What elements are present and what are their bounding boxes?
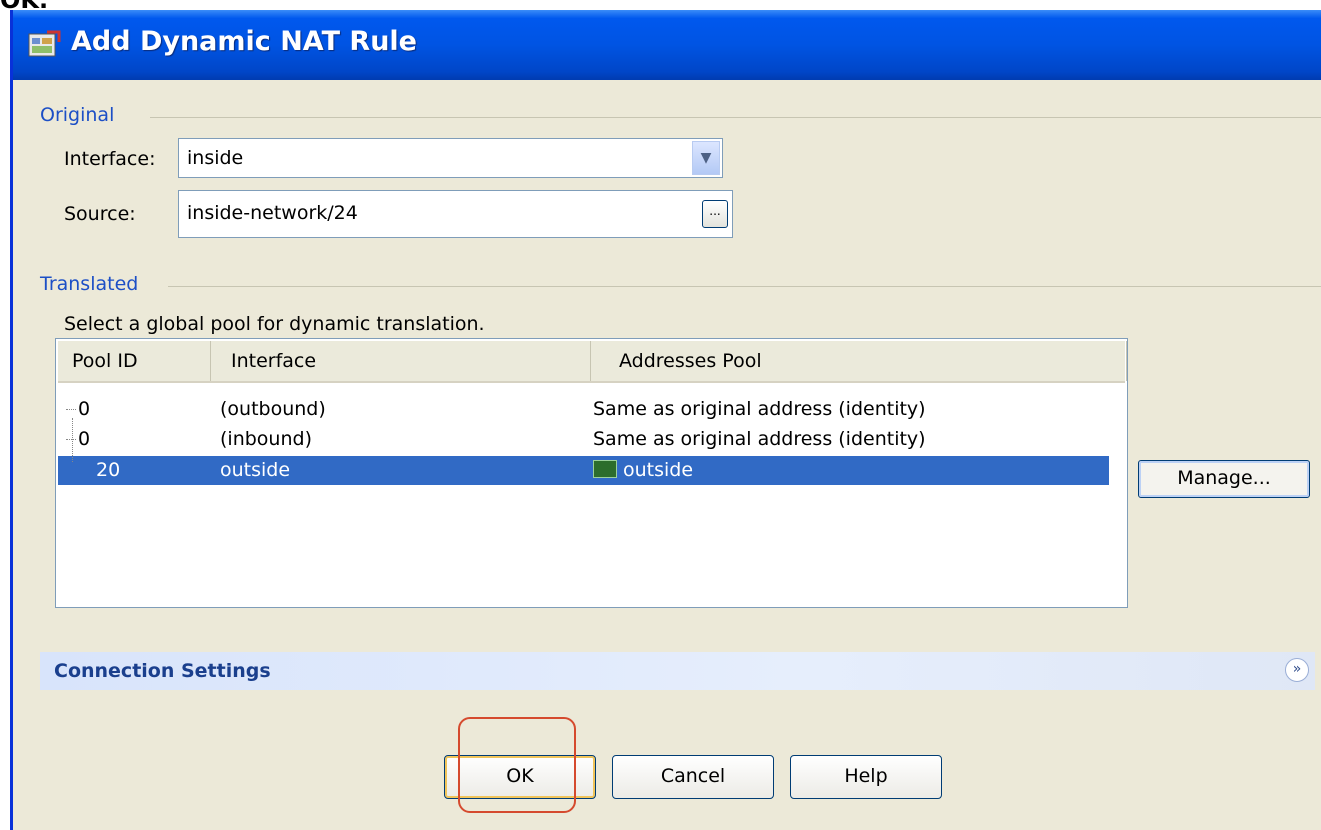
interface-cell: outside [220,459,291,481]
connection-settings-bar[interactable]: Connection Settings » [40,652,1315,690]
table-row[interactable]: 0 (inbound) Same as original address (id… [58,425,1109,454]
interface-select-value: inside [187,147,244,169]
double-chevron-down-icon[interactable]: » [1285,658,1309,682]
global-pool-table[interactable]: Pool ID Interface Addresses Pool 0 (outb… [55,338,1128,608]
original-group-label: Original [40,104,121,126]
pool-id-cell: 0 [78,398,91,420]
interface-cell: (outbound) [220,398,326,420]
nat-rule-icon [28,30,61,57]
table-row[interactable]: 0 (outbound) Same as original address (i… [58,395,1109,424]
browse-source-button[interactable]: ... [702,200,728,228]
interface-cell: (inbound) [220,428,312,450]
addresses-pool-cell: Same as original address (identity) [593,398,926,420]
manage-button[interactable]: Manage... [1138,460,1310,498]
table-row-selected[interactable]: 20 outside outside [58,456,1109,485]
source-field[interactable]: inside-network/24 ... [178,190,733,238]
interface-label: Interface: [64,148,156,170]
addresses-pool-value: outside [623,459,694,481]
pool-id-cell: 20 [96,459,121,481]
source-field-value: inside-network/24 [187,202,358,224]
tree-connector [66,439,76,440]
source-label: Source: [64,203,136,225]
table-header: Pool ID Interface Addresses Pool [58,341,1127,383]
addresses-pool-cell: outside [593,456,693,485]
column-header-pool-id[interactable]: Pool ID [58,341,211,381]
title-bar[interactable]: Add Dynamic NAT Rule [13,10,1321,80]
column-header-interface[interactable]: Interface [211,341,591,381]
ok-highlight-annotation [458,717,576,813]
translated-group-label: Translated [40,273,145,295]
column-header-addresses-pool[interactable]: Addresses Pool [591,341,1127,381]
addresses-pool-cell: Same as original address (identity) [593,428,926,450]
chevron-down-icon[interactable]: ▼ [692,141,720,175]
tree-connector [66,409,76,410]
help-button[interactable]: Help [790,755,942,799]
connection-settings-label: Connection Settings [54,660,271,682]
pool-hint-text: Select a global pool for dynamic transla… [64,313,485,335]
interface-icon [593,459,617,478]
dialog-title: Add Dynamic NAT Rule [71,26,417,57]
original-group-line [150,117,1321,118]
tree-branch-line [72,418,73,462]
translated-group-line [168,286,1321,287]
cancel-button[interactable]: Cancel [612,755,774,799]
pool-id-cell: 0 [78,428,91,450]
interface-select[interactable]: inside ▼ [178,138,723,178]
